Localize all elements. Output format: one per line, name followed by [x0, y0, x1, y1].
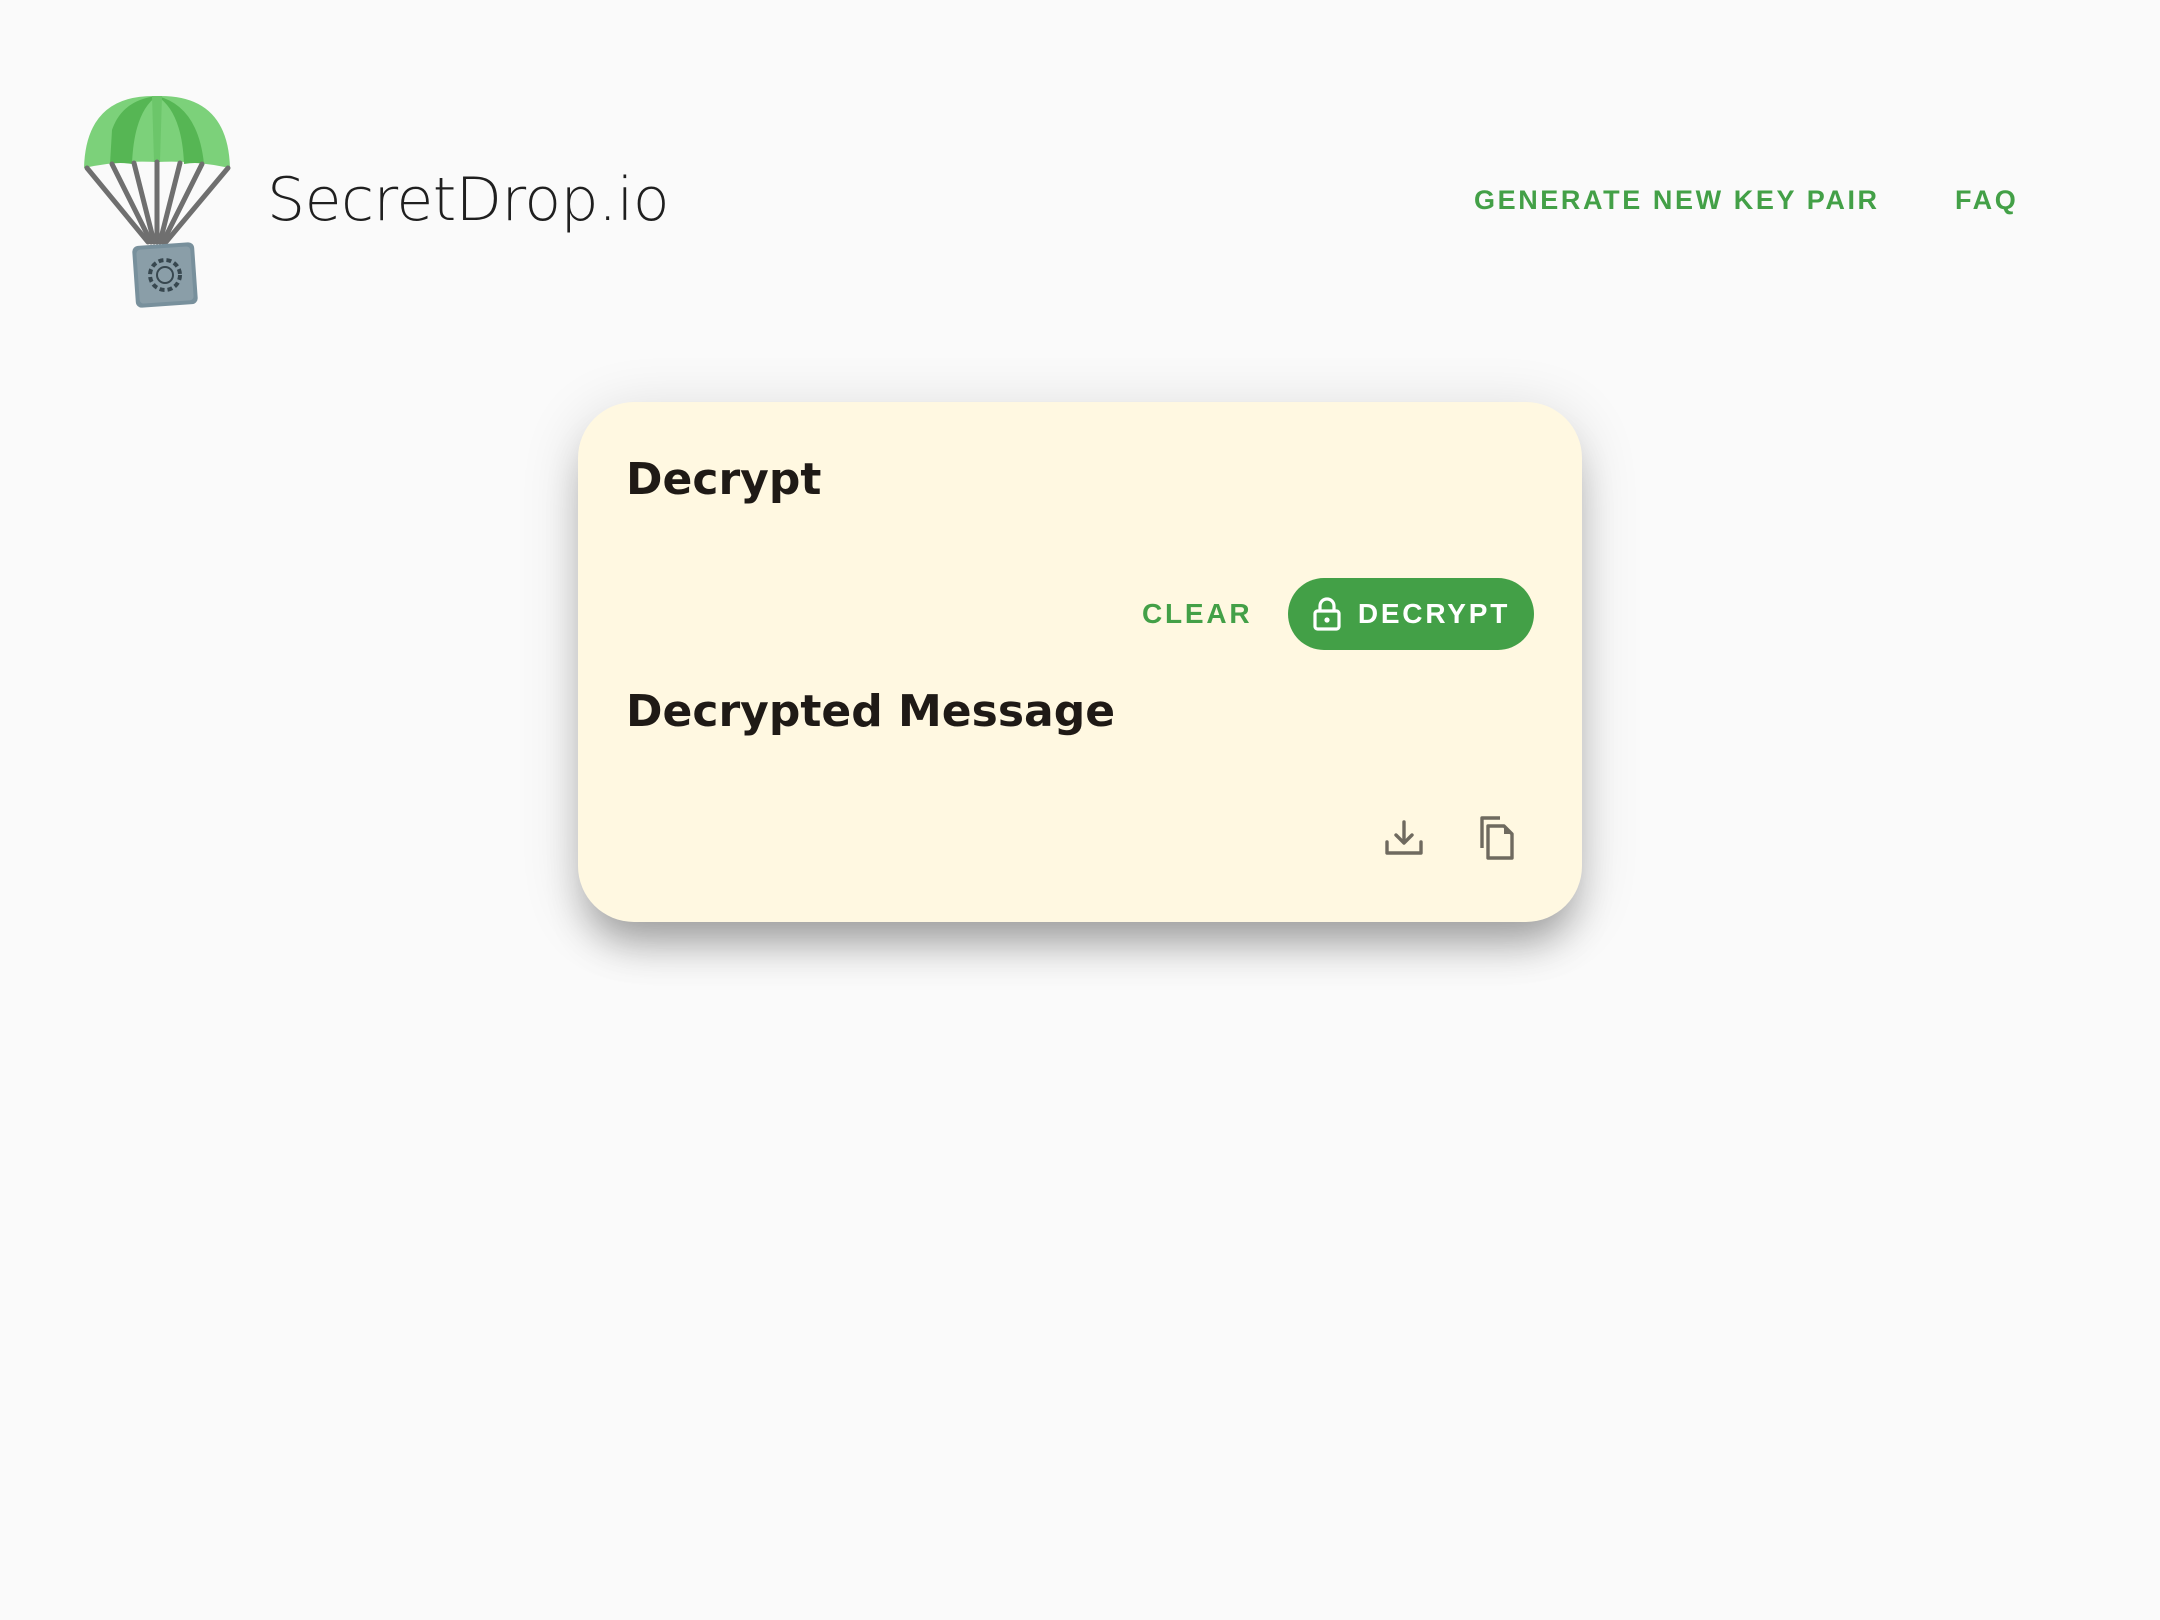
brand-title: SecretDrop.io	[267, 165, 670, 235]
copy-icon[interactable]	[1462, 802, 1534, 874]
decrypt-card: Decrypt CLEAR DECRYPT Decrypted Message	[578, 402, 1582, 922]
page: SecretDrop.io GENERATE NEW KEY PAIR FAQ …	[0, 0, 2160, 1620]
card-title: Decrypt	[626, 454, 822, 505]
lock-icon	[1312, 597, 1342, 631]
clear-button[interactable]: CLEAR	[1128, 578, 1266, 650]
generate-key-pair-link[interactable]: GENERATE NEW KEY PAIR	[1474, 178, 1880, 222]
decrypt-button-label: DECRYPT	[1357, 598, 1511, 629]
download-icon[interactable]	[1368, 802, 1440, 874]
faq-link[interactable]: FAQ	[1955, 178, 2018, 222]
app-header: SecretDrop.io GENERATE NEW KEY PAIR FAQ	[0, 0, 2160, 320]
decrypt-button[interactable]: DECRYPT	[1288, 578, 1534, 650]
parachute-safe-icon[interactable]	[82, 92, 232, 312]
decrypted-message-title: Decrypted Message	[626, 686, 1116, 737]
